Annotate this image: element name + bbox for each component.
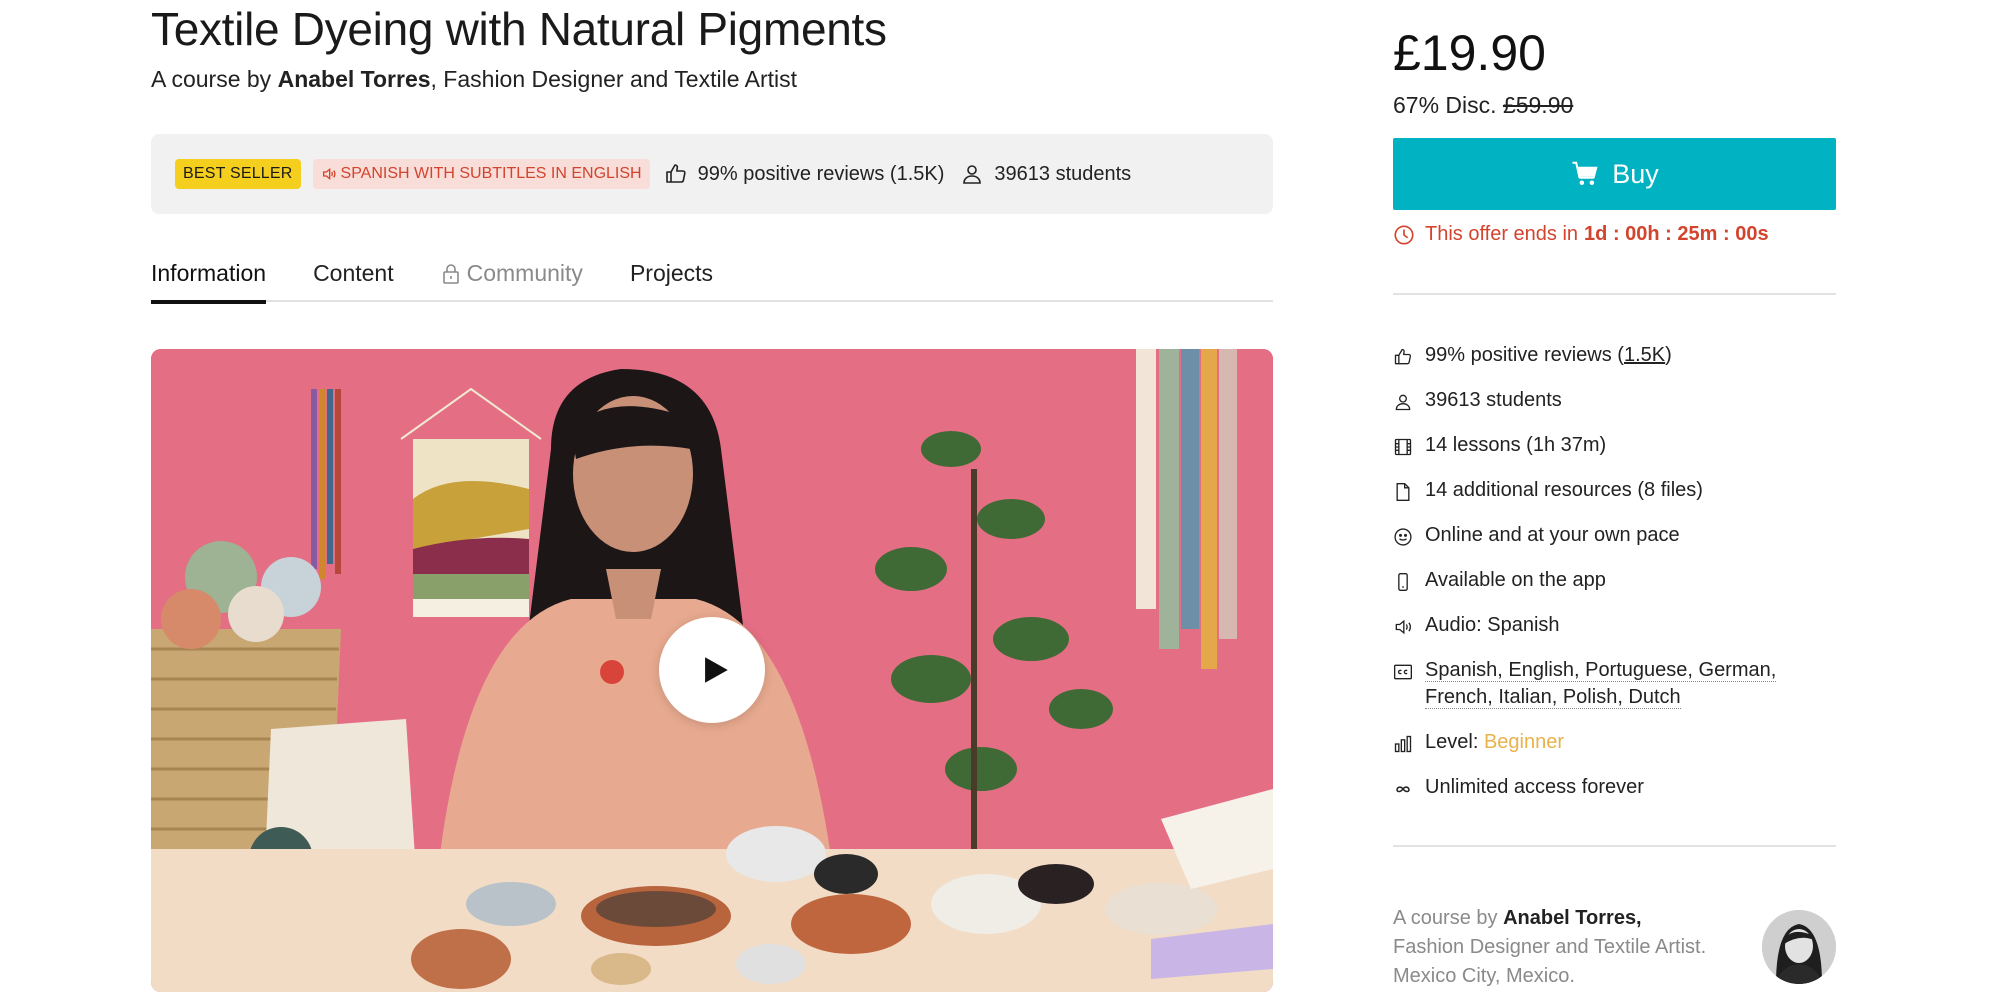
- feature-students-text: 39613 students: [1425, 389, 1562, 411]
- smile-icon: [1394, 528, 1412, 546]
- thumbs-up-icon: [665, 164, 686, 183]
- feature-lessons-text: 14 lessons (1h 37m): [1425, 434, 1607, 456]
- thumbs-up-icon: [1394, 348, 1412, 365]
- avatar-image: [1762, 910, 1836, 984]
- course-video-preview[interactable]: [151, 349, 1273, 992]
- play-button[interactable]: [659, 617, 765, 723]
- divider-top: [1393, 293, 1836, 295]
- feature-access: Unlimited access forever: [1393, 776, 1836, 822]
- feature-reviews-prefix: 99% positive reviews (: [1425, 344, 1624, 366]
- offer-countdown: This offer ends in 1d : 00h : 25m : 00s: [1393, 223, 1769, 246]
- language-badge-label: SPANISH WITH SUBTITLES IN ENGLISH: [340, 165, 642, 182]
- author-name[interactable]: Anabel Torres: [278, 66, 431, 92]
- feature-pace: Online and at your own pace: [1393, 524, 1836, 570]
- feature-level: Level: Beginner: [1393, 731, 1836, 777]
- tab-information[interactable]: Information: [151, 252, 267, 304]
- feature-reviews-suffix: ): [1665, 344, 1672, 366]
- tab-projects[interactable]: Projects: [630, 252, 713, 302]
- closed-captions-icon: [1394, 664, 1412, 680]
- course-features: 99% positive reviews (1.5K) 39613 studen…: [1393, 344, 1836, 822]
- feature-resources-text: 14 additional resources (8 files): [1425, 479, 1703, 501]
- subtitles-line-2: French, Italian, Polish, Dutch: [1425, 686, 1681, 709]
- feature-app: Available on the app: [1393, 569, 1836, 615]
- feature-audio-text: Audio: Spanish: [1425, 614, 1560, 636]
- speaker-icon: [1395, 619, 1411, 635]
- reviews-count-link[interactable]: 1.5K: [1624, 344, 1665, 366]
- tab-community-label: Community: [466, 260, 583, 286]
- reviews-summary-text: 99% positive reviews (1.5K): [697, 162, 945, 185]
- infinity-icon: [1396, 786, 1410, 793]
- tab-community[interactable]: Community: [441, 252, 583, 302]
- play-icon: [705, 657, 728, 683]
- feature-audio: Audio: Spanish: [1393, 614, 1836, 660]
- divider-bottom: [1393, 845, 1836, 847]
- feature-access-text: Unlimited access forever: [1425, 776, 1644, 798]
- feature-subtitles: Spanish, English, Portuguese, German, Fre…: [1393, 659, 1836, 732]
- clock-icon: [1394, 224, 1414, 245]
- author-card-prefix: A course by: [1393, 907, 1504, 929]
- students-summary: 39613 students: [960, 162, 1131, 186]
- cart-icon: [1572, 161, 1598, 185]
- level-value: Beginner: [1483, 731, 1564, 753]
- film-icon: [1394, 438, 1412, 456]
- byline-prefix: A course by: [151, 66, 278, 92]
- original-price: £59.90: [1502, 92, 1574, 118]
- feature-lessons: 14 lessons (1h 37m): [1393, 434, 1836, 480]
- tab-content[interactable]: Content: [313, 252, 394, 302]
- author-card: A course by Anabel Torres, Fashion Desig…: [1393, 904, 1723, 991]
- author-card-name[interactable]: Anabel Torres,: [1503, 907, 1642, 929]
- course-info-bar: BEST SELLER SPANISH WITH SUBTITLES IN EN…: [151, 134, 1273, 214]
- feature-reviews: 99% positive reviews (1.5K): [1393, 344, 1836, 390]
- author-avatar[interactable]: [1762, 910, 1836, 984]
- user-icon: [963, 165, 982, 184]
- discount-line: 67% Disc. £59.90: [1393, 92, 1573, 119]
- offer-timer: 1d : 00h : 25m : 00s: [1584, 223, 1769, 245]
- author-card-location: Mexico City, Mexico.: [1393, 965, 1575, 987]
- current-price: £19.90: [1393, 25, 1546, 81]
- user-icon: [1395, 394, 1411, 411]
- discount-text: 67% Disc.: [1393, 92, 1503, 118]
- course-byline: A course by Anabel Torres, Fashion Desig…: [151, 66, 797, 93]
- feature-app-text: Available on the app: [1425, 569, 1606, 591]
- feature-pace-text: Online and at your own pace: [1425, 524, 1680, 546]
- buy-button[interactable]: Buy: [1393, 138, 1836, 210]
- students-summary-text: 39613 students: [994, 162, 1132, 185]
- author-card-role: Fashion Designer and Textile Artist.: [1393, 936, 1707, 958]
- buy-button-label: Buy: [1612, 158, 1659, 189]
- course-title: Textile Dyeing with Natural Pigments: [151, 3, 887, 55]
- feature-students: 39613 students: [1393, 389, 1836, 435]
- reviews-summary: 99% positive reviews (1.5K): [664, 162, 945, 186]
- level-bars-icon: [1394, 735, 1412, 753]
- offer-text: This offer ends in: [1425, 223, 1579, 245]
- phone-icon: [1398, 573, 1408, 591]
- feature-resources: 14 additional resources (8 files): [1393, 479, 1836, 525]
- language-badge: SPANISH WITH SUBTITLES IN ENGLISH: [312, 159, 650, 189]
- byline-suffix: , Fashion Designer and Textile Artist: [430, 66, 798, 92]
- lock-icon: [442, 264, 459, 284]
- file-icon: [1396, 483, 1410, 501]
- level-label: Level:: [1425, 731, 1484, 753]
- course-tabs: Information Content Community Projects: [151, 252, 1273, 304]
- subtitles-line-1: Spanish, English, Portuguese, German,: [1425, 659, 1777, 682]
- speaker-icon: [322, 167, 336, 181]
- best-seller-badge: BEST SELLER: [175, 159, 301, 189]
